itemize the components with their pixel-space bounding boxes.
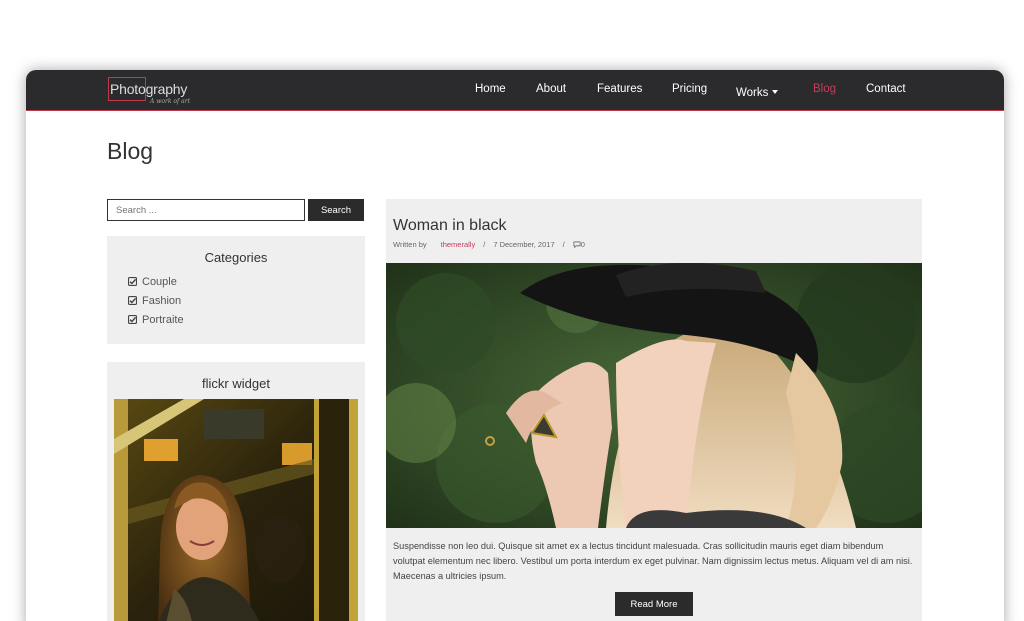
flickr-photo-image xyxy=(114,399,358,621)
check-square-icon xyxy=(128,315,137,324)
post-image xyxy=(386,263,922,528)
meta-separator: / xyxy=(562,240,565,249)
nav-works-label[interactable]: Works xyxy=(736,87,768,99)
post-date: 7 December, 2017 xyxy=(493,240,555,249)
comment-icon[interactable] xyxy=(573,241,581,248)
post-title[interactable]: Woman in black xyxy=(393,217,507,235)
post-excerpt: Suspendisse non leo dui. Quisque sit ame… xyxy=(393,541,913,581)
check-square-icon xyxy=(128,277,137,286)
category-item-fashion[interactable]: Fashion xyxy=(128,291,184,310)
meta-separator: / xyxy=(483,240,486,249)
flickr-photo[interactable] xyxy=(114,399,358,621)
check-square-icon xyxy=(128,296,137,305)
categories-title: Categories xyxy=(204,250,268,265)
nav-contact[interactable]: Contact xyxy=(866,83,906,95)
category-item-portraite[interactable]: Portraite xyxy=(128,310,184,329)
browser-frame: Photography A work of art Home About Fea… xyxy=(26,70,1004,621)
flickr-title: flickr widget xyxy=(202,376,270,391)
post-author[interactable]: themerally xyxy=(441,240,476,249)
search-input[interactable] xyxy=(107,199,305,221)
nav-about[interactable]: About xyxy=(536,83,566,95)
read-more-button[interactable]: Read More xyxy=(615,592,693,616)
nav-features[interactable]: Features xyxy=(597,83,642,95)
flickr-widget: flickr widget xyxy=(107,362,365,621)
nav-blog[interactable]: Blog xyxy=(813,83,836,95)
written-by-label: Written by xyxy=(393,240,427,249)
category-list: Couple Fashion Portraite xyxy=(128,272,184,329)
category-item-couple[interactable]: Couple xyxy=(128,272,184,291)
nav-home[interactable]: Home xyxy=(475,83,506,95)
category-label[interactable]: Portraite xyxy=(142,314,184,326)
page-title: Blog xyxy=(107,138,154,164)
main-nav: Home About Features Pricing Works Blog C… xyxy=(26,70,1004,111)
search-button[interactable]: Search xyxy=(308,199,364,221)
navbar: Photography A work of art Home About Fea… xyxy=(26,70,1004,111)
nav-works[interactable]: Works xyxy=(736,83,779,101)
categories-widget: Categories Couple Fashion Portraite xyxy=(107,236,365,344)
post-meta: Written by themerally / 7 December, 2017 / 0 xyxy=(393,240,585,249)
blog-post: Woman in black Written by themerally / 7 De… xyxy=(386,199,922,621)
post-featured-image[interactable] xyxy=(386,263,922,528)
nav-pricing[interactable]: Pricing xyxy=(672,83,707,95)
comment-count[interactable]: 0 xyxy=(581,240,585,249)
category-label[interactable]: Couple xyxy=(142,276,177,288)
category-label[interactable]: Fashion xyxy=(142,295,181,307)
caret-down-icon xyxy=(772,89,779,94)
